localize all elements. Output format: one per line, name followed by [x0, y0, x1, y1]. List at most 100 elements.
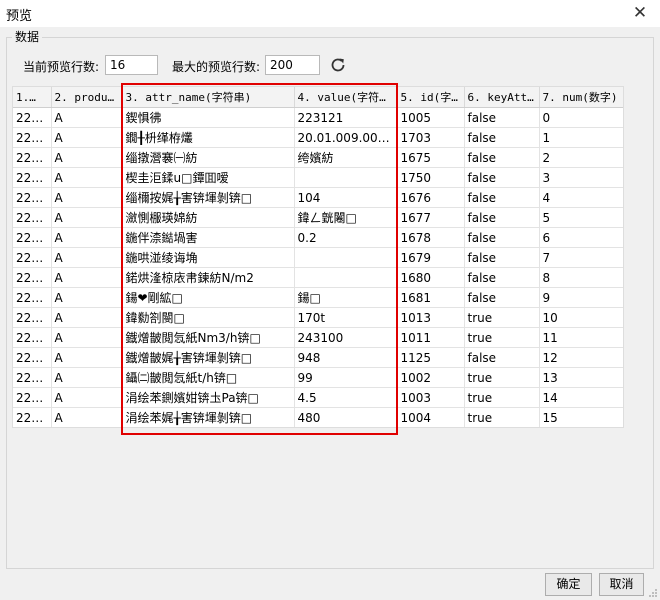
table-cell: 223… [13, 387, 52, 408]
table-cell [294, 167, 398, 188]
table-cell: A [51, 207, 123, 228]
table-cell: A [51, 107, 123, 128]
column-header[interactable]: 3. attr_name(字符串) [122, 87, 295, 108]
table-cell: 鍦伴渿鐑堝害 [122, 227, 295, 248]
table-cell: 缁撴瀯褰㈠紡 [122, 147, 295, 168]
table-row[interactable]: 223… A 涓绘苯娓╁害锛堚剝锛□ 480 1004 true 15 [13, 407, 623, 427]
table-cell: 243100 [294, 327, 398, 348]
table-cell: 170t [294, 307, 398, 328]
title-bar[interactable]: 预览 ✕ [0, 0, 660, 27]
column-header[interactable]: 2. produc… [51, 87, 123, 108]
table-row[interactable]: 223… A 鍦伴渿鐑堝害 0.2 1678 false 6 [13, 227, 623, 248]
table-cell: 绔嬪紡 [294, 147, 398, 168]
table-cell: 鍚❤剛絋□ [122, 287, 295, 308]
table-cell: 鍏勬劄閿□ [122, 307, 295, 328]
table-cell [294, 247, 398, 268]
table-cell: false [464, 167, 540, 188]
table-cell: 1676 [397, 187, 465, 208]
window-title: 预览 [6, 9, 33, 24]
table-cell: 223… [13, 107, 52, 128]
current-rows-label: 当前预览行数: [23, 60, 100, 74]
table-cell: 缁檷按娓╁害锛堚剝锛□ [122, 187, 295, 208]
table-cell: 鐡熷皵閲忥紙Nm3/h锛□ [122, 327, 295, 348]
table-cell: A [51, 127, 123, 148]
table-cell: 1125 [397, 347, 465, 368]
table-cell: 1005 [397, 107, 465, 128]
table-cell: false [464, 267, 540, 288]
table-cell: 13 [539, 367, 623, 388]
table-cell: 7 [539, 247, 623, 268]
column-header[interactable]: 1.… [13, 87, 52, 108]
table-header-row: 1.… 2. produc… 3. attr_name(字符串) 4. value(字… [13, 87, 623, 108]
table-cell: 9 [539, 287, 623, 308]
column-header[interactable]: 4. value(字符串) [294, 87, 398, 108]
table-row[interactable]: 223… A 鍥惧彿 223121 1005 false 0 [13, 107, 623, 128]
table-cell: A [51, 247, 123, 268]
resize-grip-icon[interactable] [648, 588, 658, 598]
table-row[interactable]: 223… A 鐗╂枡缂栫爜 20.01.009.0000… 1703 false 1 [13, 127, 623, 148]
table-cell: A [51, 167, 123, 188]
table-cell: 223… [13, 227, 52, 248]
max-rows-input[interactable] [265, 55, 320, 75]
table-cell: 鍥惧彿 [122, 107, 295, 128]
cancel-button[interactable]: 取消 [599, 573, 644, 596]
table-row[interactable]: 223… A 缁撴瀯褰㈠紡 绔嬪紡 1675 false 2 [13, 147, 623, 168]
table-cell: 223… [13, 247, 52, 268]
current-rows-input[interactable] [105, 55, 158, 75]
table-row[interactable]: 223… A 鍏勬劄閿□ 170t 1013 true 10 [13, 307, 623, 328]
table-cell: 1011 [397, 327, 465, 348]
table-cell: A [51, 147, 123, 168]
preview-table[interactable]: 1.… 2. produc… 3. attr_name(字符串) 4. value(字… [12, 86, 624, 428]
table-row[interactable]: 223… A 鐡熷皵閲忥紙Nm3/h锛□ 243100 1011 true 11 [13, 327, 623, 348]
table-cell: 涓绘苯娓╁害锛堚剝锛□ [122, 407, 295, 427]
group-legend: 数据 [12, 28, 43, 45]
table-cell: 鍩烘湰椋庡帇鍊紡N/m2 [122, 267, 295, 288]
table-cell: true [464, 407, 540, 427]
table-row[interactable]: 223… A 涓绘苯鍘嬪姏锛圡Pa锛□ 4.5 1003 true 14 [13, 387, 623, 408]
table-row[interactable]: 223… A 鐡熷皵娓╁害锛堚剝锛□ 948 1125 false 12 [13, 347, 623, 368]
table-cell: A [51, 327, 123, 348]
table-cell: 0 [539, 107, 623, 128]
table-cell: 5 [539, 207, 623, 228]
table-cell: 223… [13, 327, 52, 348]
table-cell: 1680 [397, 267, 465, 288]
column-header[interactable]: 6. keyAtt… [464, 87, 540, 108]
table-row[interactable]: 223… A 瀲惻棴瑛婂紡 鍏ㄥ皝闂□ 1677 false 5 [13, 207, 623, 228]
table-cell: 1004 [397, 407, 465, 427]
preview-dialog: 预览 ✕ 数据 当前预览行数: 最大的预览行数: 1.…2. produc…3.… [0, 0, 660, 600]
table-cell: 6 [539, 227, 623, 248]
table-cell: 1013 [397, 307, 465, 328]
table-cell: 223… [13, 167, 52, 188]
table-cell: 223… [13, 367, 52, 388]
table-cell: true [464, 307, 540, 328]
table-cell: 3 [539, 167, 623, 188]
table-cell: 1678 [397, 227, 465, 248]
table-row[interactable]: 223… A 鍚❤剛絋□ 鍚□ 1681 false 9 [13, 287, 623, 308]
table-cell: 1703 [397, 127, 465, 148]
table-cell: false [464, 107, 540, 128]
column-header[interactable]: 7. num(数字) [539, 87, 623, 108]
table-cell: 鍏ㄥ皝闂□ [294, 207, 398, 228]
table-row[interactable]: 223… A 楔圭洰鍒u□鐔囬嗳 1750 false 3 [13, 167, 623, 188]
table-cell: 1002 [397, 367, 465, 388]
table-cell: 223… [13, 147, 52, 168]
column-header[interactable]: 5. id(字… [397, 87, 465, 108]
table-row[interactable]: 223… A 鑷㈡皵閲忥紙t/h锛□ 99 1002 true 13 [13, 367, 623, 388]
refresh-icon[interactable] [329, 56, 347, 74]
table-cell: 鐗╂枡缂栫爜 [122, 127, 295, 148]
table-row[interactable]: 223… A 鍦哄湴绫诲埆 1679 false 7 [13, 247, 623, 268]
table-cell: 鍚□ [294, 287, 398, 308]
table-cell: 223… [13, 127, 52, 148]
table-cell: false [464, 347, 540, 368]
table-row[interactable]: 223… A 缁檷按娓╁害锛堚剝锛□ 104 1676 false 4 [13, 187, 623, 208]
table-cell: 1750 [397, 167, 465, 188]
table-cell: false [464, 187, 540, 208]
table-cell: A [51, 187, 123, 208]
table-row[interactable]: 223… A 鍩烘湰椋庡帇鍊紡N/m2 1680 false 8 [13, 267, 623, 288]
table-cell: 223… [13, 207, 52, 228]
table-cell: 948 [294, 347, 398, 368]
close-icon[interactable]: ✕ [620, 0, 660, 27]
table-cell: 4.5 [294, 387, 398, 408]
table-cell [294, 267, 398, 288]
ok-button[interactable]: 确定 [545, 573, 592, 596]
